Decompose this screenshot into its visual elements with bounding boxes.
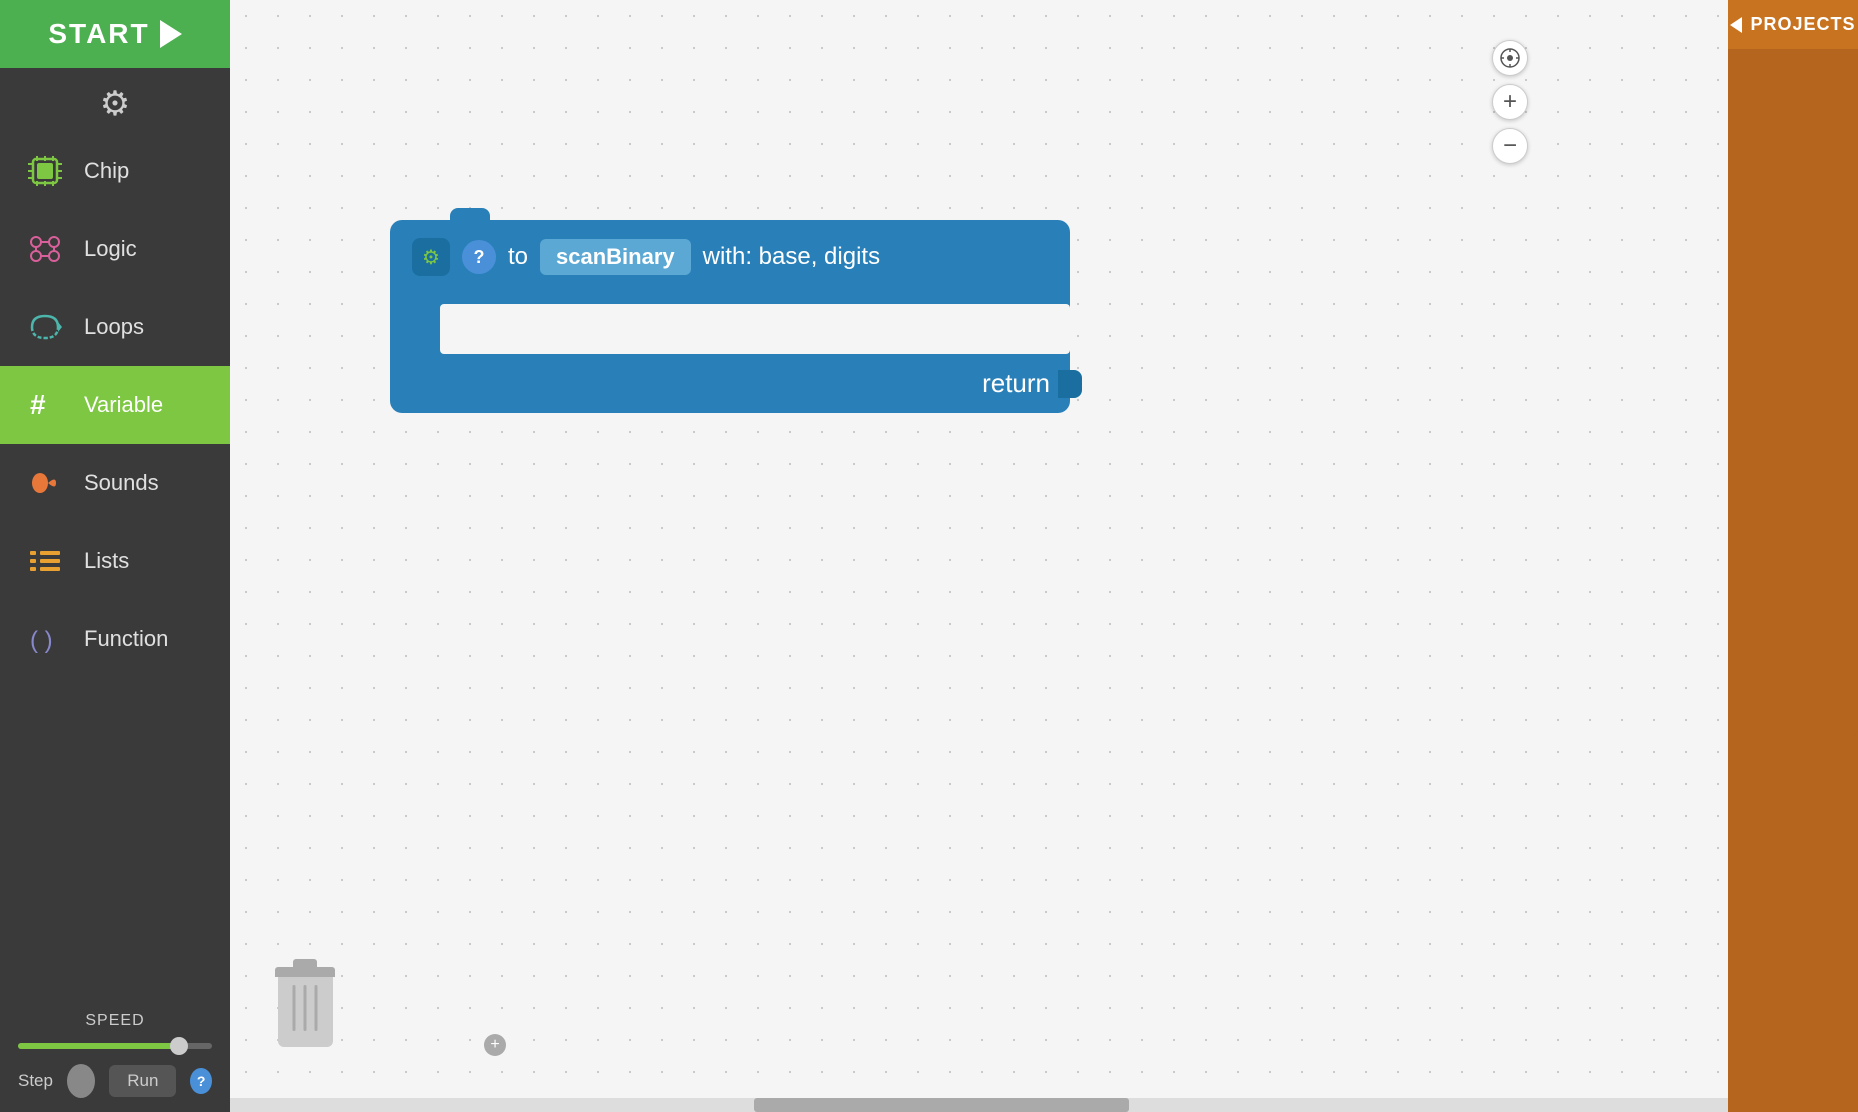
sidebar-item-loops[interactable]: Loops [0, 288, 230, 366]
trash-lid [275, 967, 335, 977]
block-footer: return [390, 354, 1070, 413]
block-gear-button[interactable]: ⚙ [412, 238, 450, 276]
trash-lines [293, 985, 318, 1031]
step-run-row: Step Run ? [18, 1064, 212, 1112]
sidebar-item-lists[interactable]: Lists [0, 522, 230, 600]
projects-label: PROJECTS [1750, 14, 1855, 35]
logic-icon [24, 228, 66, 270]
projects-arrow-icon [1730, 17, 1742, 33]
add-button[interactable]: + [484, 1034, 506, 1056]
loops-icon [24, 306, 66, 348]
speed-label: SPEED [18, 1012, 212, 1030]
block-notch-top [450, 208, 490, 222]
zoom-controls: + − [1492, 40, 1528, 164]
function-icon: ( ) [24, 618, 66, 660]
block-with-label: with: base, digits [703, 243, 880, 271]
sidebar-item-lists-label: Lists [84, 548, 129, 574]
speed-thumb[interactable] [170, 1037, 188, 1055]
speed-fill [18, 1043, 183, 1049]
sidebar-item-function-label: Function [84, 626, 168, 652]
sidebar-item-chip-label: Chip [84, 158, 129, 184]
dot-grid [230, 0, 1728, 1112]
sidebar: START ⚙ Chip [0, 0, 230, 1112]
lists-icon [24, 540, 66, 582]
block-container: ⚙ ? to scanBinary with: base, digits ret… [390, 220, 1070, 413]
svg-text:( ): ( ) [30, 627, 53, 654]
speed-section: SPEED Step Run ? [0, 998, 230, 1112]
trash-line [293, 985, 296, 1031]
projects-tab[interactable]: PROJECTS [1728, 0, 1858, 49]
run-button[interactable]: Run [109, 1065, 176, 1097]
scrollbar-thumb[interactable] [754, 1098, 1129, 1112]
block-inner-area[interactable] [440, 304, 1070, 354]
trash-line [315, 985, 318, 1031]
zoom-locate-button[interactable] [1492, 40, 1528, 76]
block-return-label: return [982, 368, 1050, 399]
chip-icon [24, 150, 66, 192]
trash-body [278, 977, 333, 1047]
step-label: Step [18, 1071, 53, 1091]
sidebar-item-sounds-label: Sounds [84, 470, 159, 496]
sidebar-item-chip[interactable]: Chip [0, 132, 230, 210]
start-triangle-icon [160, 20, 182, 48]
sidebar-item-function[interactable]: ( ) Function [0, 600, 230, 678]
help-button[interactable]: ? [190, 1068, 212, 1094]
block-header: ⚙ ? to scanBinary with: base, digits [390, 220, 1070, 294]
zoom-out-button[interactable]: − [1492, 128, 1528, 164]
canvas-scrollbar[interactable] [230, 1098, 1728, 1112]
svg-text:#: # [30, 389, 46, 420]
sidebar-item-sounds[interactable]: Sounds [0, 444, 230, 522]
sidebar-item-logic[interactable]: Logic [0, 210, 230, 288]
trash-container[interactable] [270, 962, 340, 1052]
block-header-row: ⚙ ? to scanBinary with: base, digits [390, 220, 1070, 294]
trash-icon [275, 967, 335, 1047]
step-toggle[interactable] [67, 1064, 95, 1098]
sidebar-item-variable-label: Variable [84, 392, 163, 418]
sidebar-item-loops-label: Loops [84, 314, 144, 340]
start-label: START [48, 18, 149, 50]
electronics-tab[interactable]: ELECTRONICS [1853, 731, 1858, 912]
block-function-name[interactable]: scanBinary [540, 239, 691, 275]
speed-slider[interactable] [18, 1038, 212, 1054]
main-canvas: ⚙ ? to scanBinary with: base, digits ret… [230, 0, 1728, 1112]
sidebar-item-variable[interactable]: # Variable [0, 366, 230, 444]
variable-icon: # [24, 384, 66, 426]
start-button[interactable]: START [0, 0, 230, 68]
zoom-in-button[interactable]: + [1492, 84, 1528, 120]
sidebar-item-logic-label: Logic [84, 236, 137, 262]
block-to-label: to [508, 243, 528, 271]
block-help-button[interactable]: ? [462, 240, 496, 274]
block-notch-right [1058, 370, 1082, 398]
trash-line [304, 985, 307, 1031]
gear-icon[interactable]: ⚙ [100, 84, 130, 124]
block-body [390, 294, 1070, 354]
projects-panel: PROJECTS ELECTRONICS [1728, 0, 1858, 1112]
sounds-icon [24, 462, 66, 504]
settings-row: ⚙ [0, 68, 230, 132]
